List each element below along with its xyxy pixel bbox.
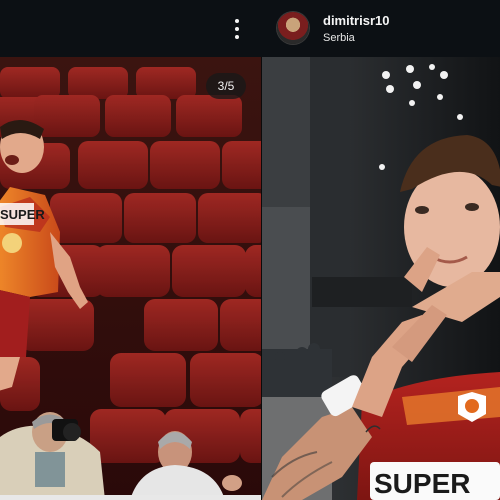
closeup-photo: SUPER <box>262 57 500 500</box>
avatar[interactable] <box>277 12 309 44</box>
carousel-photo-player-closeup[interactable]: SUPER <box>262 57 500 500</box>
carousel-counter: 3/5 <box>206 73 246 99</box>
stadium-photo: SUPER <box>0 57 261 500</box>
username[interactable]: dimitrisr10 <box>323 13 389 28</box>
location[interactable]: Serbia <box>323 32 355 44</box>
carousel-photo-player-celebrating[interactable]: SUPER 3/5 <box>0 57 261 500</box>
more-options-icon[interactable] <box>229 18 245 40</box>
jersey-text: SUPER <box>0 207 45 222</box>
post-header: dimitrisr10 Serbia <box>0 0 500 57</box>
carousel-progress <box>0 495 261 500</box>
jersey-text-right: SUPER <box>374 468 470 499</box>
media-carousel[interactable]: SUPER 3/5 SUPER <box>0 57 500 500</box>
